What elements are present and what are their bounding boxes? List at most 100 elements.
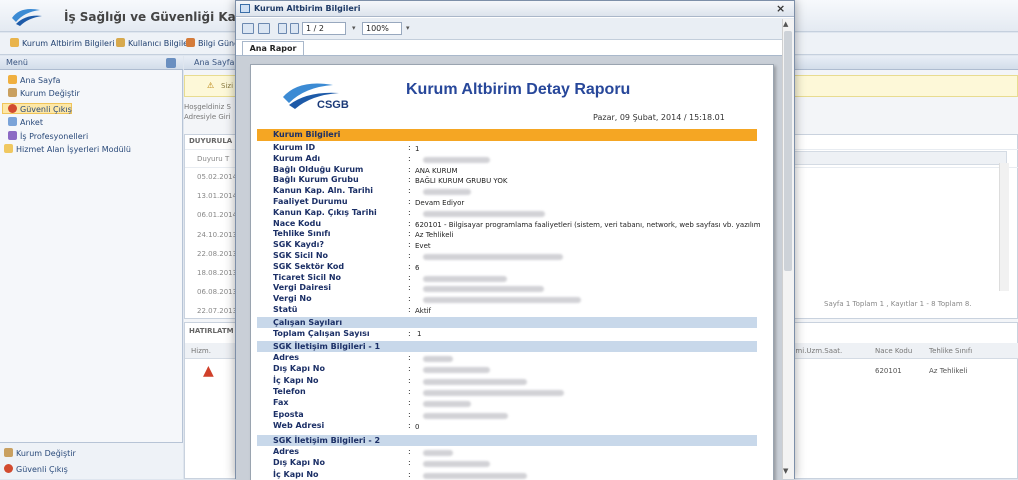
exit-icon bbox=[8, 104, 17, 113]
window-icon bbox=[240, 4, 250, 13]
field-label: Dış Kapı No bbox=[273, 364, 325, 374]
sidebar-header: Menü bbox=[0, 56, 183, 70]
field-colon: : bbox=[408, 420, 411, 430]
field-colon: : bbox=[408, 398, 411, 408]
building-icon bbox=[10, 38, 19, 47]
section-title: SGK İletişim Bilgileri - 2 bbox=[273, 436, 381, 445]
toolbar-bilgi[interactable]: Bilgi Günc bbox=[186, 38, 239, 48]
field-colon: : bbox=[408, 353, 411, 362]
field-value: Evet bbox=[415, 242, 431, 251]
list-item[interactable]: 22.07.2013 bbox=[197, 307, 237, 315]
field-label: Toplam Çalışan Sayısı bbox=[273, 329, 370, 338]
folder-icon bbox=[4, 144, 13, 153]
prev-page-icon[interactable] bbox=[290, 23, 299, 34]
user-icon bbox=[116, 38, 125, 47]
sidebar-item-kurum-degistir[interactable]: Kurum Değiştir bbox=[8, 88, 80, 98]
scrollbar[interactable] bbox=[999, 163, 1009, 291]
report-title: Kurum Altbirim Detay Raporu bbox=[406, 81, 631, 98]
scroll-down-icon[interactable]: ▼ bbox=[783, 467, 788, 475]
print-icon[interactable] bbox=[242, 23, 254, 34]
field-label: Nace Kodu bbox=[273, 218, 322, 228]
redacted-value bbox=[423, 378, 527, 385]
field-label: Bağlı Kurum Grubu bbox=[273, 175, 359, 185]
modal-title: Kurum Altbirim Bilgileri bbox=[254, 4, 361, 13]
collapse-icon[interactable] bbox=[166, 58, 176, 68]
field-label: Web Adresi bbox=[273, 420, 325, 430]
sidebar-item-anket[interactable]: Anket bbox=[8, 117, 43, 127]
field-colon: : bbox=[408, 272, 411, 282]
toolbar-label: Kurum Altbirim Bilgileri bbox=[22, 39, 115, 48]
field-value: 1 bbox=[415, 145, 420, 153]
footer-label: Kurum Değiştir bbox=[16, 449, 76, 458]
list-item[interactable]: 24.10.2013 bbox=[197, 231, 237, 239]
sidebar-item-label: Güvenli Çıkış bbox=[20, 105, 72, 114]
announcements-title: DUYURULA bbox=[189, 137, 233, 145]
toolbar-kurum-altbirim[interactable]: Kurum Altbirim Bilgileri bbox=[10, 38, 114, 48]
export-icon[interactable] bbox=[258, 23, 270, 34]
welcome-line: Adresiyle Giri bbox=[184, 113, 231, 121]
welcome-line: Hoşgeldiniz S bbox=[184, 103, 232, 111]
zoom-select[interactable]: 100% bbox=[362, 22, 402, 35]
field-colon: : bbox=[408, 386, 411, 396]
field-value: 1 bbox=[417, 330, 422, 338]
list-item[interactable]: 18.08.2013 bbox=[197, 269, 237, 277]
sidebar-item-hizmet-alan[interactable]: Hizmet Alan İşyerleri Modülü bbox=[4, 144, 131, 154]
field-colon: : bbox=[408, 251, 411, 260]
list-item[interactable]: 13.01.2014 bbox=[197, 192, 237, 200]
reminders-title: HATIRLATM bbox=[189, 327, 234, 335]
tab-ana-rapor[interactable]: Ana Rapor bbox=[242, 41, 304, 55]
redacted-value bbox=[423, 275, 507, 282]
edit-icon bbox=[186, 38, 195, 47]
list-item[interactable]: 05.02.2014 bbox=[197, 173, 237, 181]
column-header: umi.Uzm.Saat. bbox=[791, 347, 843, 355]
field-colon: : bbox=[408, 164, 411, 174]
field-colon: : bbox=[408, 294, 411, 304]
sidebar-item-ana-sayfa[interactable]: Ana Sayfa bbox=[8, 75, 60, 85]
field-label: Statü bbox=[273, 305, 298, 314]
scrollbar-thumb[interactable] bbox=[784, 31, 792, 271]
field-colon: : bbox=[408, 329, 411, 338]
field-colon: : bbox=[408, 375, 411, 385]
list-item[interactable]: 06.08.2013 bbox=[197, 288, 237, 296]
footer-guvenli-cikis[interactable]: Güvenli Çıkış bbox=[4, 464, 68, 474]
footer-kurum-degistir[interactable]: Kurum Değiştir bbox=[4, 448, 76, 458]
redacted-value bbox=[423, 356, 453, 362]
redacted-value bbox=[423, 189, 471, 196]
field-colon: : bbox=[408, 458, 411, 468]
field-label: Adres bbox=[273, 353, 300, 362]
field-label: İç Kapı No bbox=[273, 375, 319, 385]
field-colon: : bbox=[408, 143, 411, 152]
field-colon: : bbox=[408, 175, 411, 185]
redacted-value bbox=[423, 254, 563, 260]
redacted-value bbox=[423, 472, 527, 479]
first-page-icon[interactable] bbox=[278, 23, 287, 34]
field-label: Adres bbox=[273, 447, 300, 456]
toolbar-label: Bilgi Günc bbox=[198, 39, 239, 48]
pager-text: Sayfa 1 Toplam 1 , Kayıtlar 1 - 8 Toplam… bbox=[824, 300, 972, 308]
field-value: 620101 - Bilgisayar programlama faaliyet… bbox=[415, 220, 761, 229]
field-label: SGK Kaydı? bbox=[273, 240, 324, 250]
field-label: Tehlike Sınıfı bbox=[273, 229, 331, 239]
grid-header bbox=[789, 151, 1007, 165]
field-colon: : bbox=[408, 283, 411, 293]
section-sgk-iletisim-2: SGK İletişim Bilgileri - 2 bbox=[257, 435, 757, 446]
list-item[interactable]: 22.08.2013 bbox=[197, 250, 237, 258]
report-page: CSGB Kurum Altbirim Detay Raporu Pazar, … bbox=[250, 64, 774, 480]
sidebar-item-guvenli-cikis[interactable]: Güvenli Çıkış bbox=[8, 104, 72, 114]
scroll-up-icon[interactable]: ▲ bbox=[783, 20, 788, 28]
redacted-value bbox=[423, 450, 453, 456]
zoom-dropdown-icon[interactable]: ▾ bbox=[406, 24, 410, 32]
toolbar-kullanici[interactable]: Kullanıcı Bilgileri bbox=[116, 38, 194, 48]
field-value: ANA KURUM bbox=[415, 166, 458, 175]
column-header: Tehlike Sınıfı bbox=[929, 347, 973, 355]
report-date: Pazar, 09 Şubat, 2014 / 15:18.01 bbox=[593, 113, 725, 122]
list-item[interactable]: 06.01.2014 bbox=[197, 211, 237, 219]
page-dropdown-icon[interactable]: ▾ bbox=[352, 24, 356, 32]
tab-ana-sayfa[interactable]: Ana Sayfa bbox=[194, 58, 234, 67]
close-icon[interactable]: × bbox=[776, 2, 785, 15]
sidebar-item-label: Anket bbox=[20, 118, 43, 127]
sidebar-item-is-profesyonelleri[interactable]: İş Profesyonelleri bbox=[8, 131, 88, 141]
modal-titlebar: Kurum Altbirim Bilgileri × bbox=[236, 1, 794, 17]
field-label: Vergi Dairesi bbox=[273, 283, 332, 293]
page-number-input[interactable]: 1 / 2 bbox=[302, 22, 346, 35]
